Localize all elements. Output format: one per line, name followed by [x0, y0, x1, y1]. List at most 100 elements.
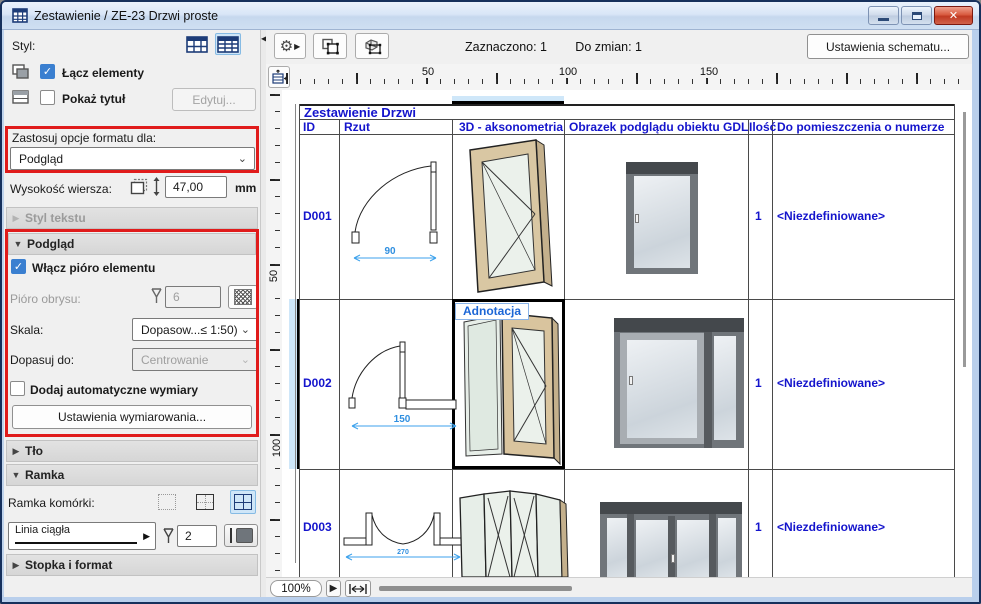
- horizontal-scrollbar[interactable]: [379, 586, 572, 591]
- gdl-preview-d001: [626, 162, 698, 274]
- uniform-size-icon[interactable]: [130, 178, 148, 195]
- schedule-canvas[interactable]: Zestawienie Drzwi ID Rzut 3D - aksonomet…: [282, 90, 972, 577]
- col-header-3d: 3D - aksonometria: [459, 120, 563, 134]
- frame-none-icon: [158, 494, 176, 510]
- enable-pen-label: Włącz pióro elementu: [32, 261, 155, 275]
- auto-dims-checkbox[interactable]: [10, 381, 25, 396]
- frame-all-icon: [234, 494, 252, 510]
- scheme-settings-button[interactable]: Ustawienia schematu...: [807, 34, 969, 59]
- minimize-button[interactable]: [868, 6, 899, 25]
- auto-dims-label: Dodaj automatyczne wymiary: [30, 383, 198, 397]
- select-in-3d-button[interactable]: [355, 33, 389, 59]
- dim-settings-button[interactable]: Ustawienia wymiarowania...: [12, 405, 252, 429]
- chevron-down-icon: ⌄: [238, 152, 247, 165]
- merge-elements-icon: [12, 64, 29, 80]
- line-type-dropdown[interactable]: Linia ciągła ▶: [8, 522, 156, 550]
- horizontal-ruler: 50 100 150: [266, 64, 972, 90]
- ruler-mark-100: 100: [555, 66, 581, 78]
- section-footer[interactable]: ▶ Stopka i format: [6, 554, 258, 576]
- cell-frame-label: Ramka komórki:: [8, 496, 95, 510]
- scale-dropdown[interactable]: Dopasow...≤ 1:50) ⌄: [132, 318, 258, 341]
- row-qty: 1: [755, 376, 762, 390]
- table-style-1-icon: [186, 36, 208, 53]
- select-elements-icon: [321, 38, 340, 55]
- show-title-label: Pokaż tytuł: [62, 92, 125, 106]
- select-elements-button[interactable]: [313, 33, 347, 59]
- fit-dropdown[interactable]: Centrowanie ⌄: [132, 348, 258, 371]
- merge-elements-checkbox[interactable]: ✓: [40, 64, 55, 79]
- cell-frame-outline-button[interactable]: [192, 490, 218, 514]
- line-type-value: Linia ciągła: [15, 524, 70, 536]
- expanded-arrow-icon: ▼: [7, 470, 25, 480]
- section-text-style[interactable]: ▶ Styl tekstu: [6, 207, 258, 229]
- pen-pattern-button[interactable]: [228, 285, 258, 309]
- row-room: <Niezdefiniowane>: [777, 520, 885, 534]
- fit-label: Dopasuj do:: [10, 353, 74, 367]
- format-for-label: Zastosuj opcje formatu dla:: [12, 131, 156, 145]
- fit-value: Centrowanie: [141, 353, 208, 367]
- table-style-2-button[interactable]: [215, 33, 241, 55]
- schedule-grid-icon: [12, 8, 28, 23]
- row-height-arrows-icon: [152, 177, 161, 196]
- collapsed-arrow-icon: ▶: [7, 446, 25, 457]
- row-id: D001: [303, 209, 332, 223]
- style-label: Styl:: [12, 39, 35, 53]
- page-left-edge: [295, 104, 296, 563]
- section-preview[interactable]: ▼ Podgląd: [8, 233, 256, 255]
- restore-button[interactable]: [901, 6, 932, 25]
- vertical-scrollbar[interactable]: [963, 112, 966, 367]
- zoom-level[interactable]: 100%: [270, 580, 322, 597]
- format-options-panel: Styl:: [4, 30, 260, 597]
- row-height-input[interactable]: 47,00: [165, 176, 227, 198]
- settings-menu-button[interactable]: ⚙ ▶: [274, 33, 306, 59]
- schedule-window: Zestawienie / ZE-23 Drzwi proste ✕ Styl:: [0, 0, 981, 604]
- restore-icon: [912, 12, 922, 20]
- selected-status: Zaznaczono: 1: [465, 40, 547, 54]
- col-header-id: ID: [303, 120, 315, 134]
- section-frame[interactable]: ▼ Ramka: [6, 464, 258, 486]
- show-title-checkbox[interactable]: [40, 90, 55, 105]
- vertical-ruler: 50 100: [266, 90, 282, 577]
- cell-frame-none-button[interactable]: [154, 490, 180, 514]
- color-swatch: [236, 528, 253, 543]
- outline-pen-input[interactable]: 6: [165, 286, 221, 308]
- vruler-mark-50: 50: [268, 267, 280, 285]
- frame-pen-input[interactable]: 2: [177, 525, 217, 547]
- pattern-swatch-icon: [234, 289, 252, 305]
- format-for-value: Podgląd: [19, 152, 63, 166]
- section-background[interactable]: ▶ Tło: [6, 440, 258, 462]
- collapsed-arrow-icon: ▶: [7, 213, 25, 224]
- ruler-mark-150: 150: [696, 66, 722, 78]
- row-room: <Niezdefiniowane>: [777, 209, 885, 223]
- flyout-arrow-icon: ▶: [294, 42, 300, 51]
- annotation-chip[interactable]: Adnotacja: [455, 303, 529, 320]
- window-title: Zestawienie / ZE-23 Drzwi proste: [34, 9, 218, 23]
- cell-frame-all-button[interactable]: [230, 490, 256, 514]
- enable-pen-checkbox[interactable]: ✓: [11, 259, 26, 274]
- door-plan-d002: 150: [344, 338, 462, 438]
- scale-value: Dopasow...≤ 1:50): [141, 323, 238, 337]
- ruler-minor-ticks: [286, 79, 968, 84]
- pen-icon: [162, 527, 175, 545]
- schedule-toolbar: ⚙ ▶: [266, 30, 972, 64]
- table-style-1-button[interactable]: [184, 33, 210, 55]
- fit-width-button[interactable]: [345, 580, 371, 597]
- frame-color-button[interactable]: [224, 524, 258, 547]
- chevron-down-icon: ⌄: [241, 353, 250, 366]
- format-for-dropdown[interactable]: Podgląd ⌄: [10, 147, 255, 170]
- close-button[interactable]: ✕: [934, 6, 973, 25]
- door-plan-d003: 270: [342, 486, 464, 564]
- edit-button[interactable]: Edytuj...: [172, 88, 256, 111]
- ruler-mark-50: 50: [418, 66, 438, 78]
- scale-label: Skala:: [10, 323, 43, 337]
- door-3d-d003: [454, 484, 572, 577]
- svg-text:270: 270: [397, 549, 409, 556]
- col-header-gdl: Obrazek podglądu obiektu GDL: [569, 120, 748, 134]
- expanded-arrow-icon: ▼: [9, 239, 27, 249]
- outline-pen-label: Pióro obrysu:: [10, 292, 81, 306]
- zoom-menu-button[interactable]: ▶: [326, 580, 341, 597]
- svg-text:90: 90: [384, 246, 396, 257]
- row-height-label: Wysokość wiersza:: [10, 182, 112, 196]
- titlebar[interactable]: Zestawienie / ZE-23 Drzwi proste ✕: [2, 2, 979, 30]
- door-3d-d002: [456, 304, 562, 466]
